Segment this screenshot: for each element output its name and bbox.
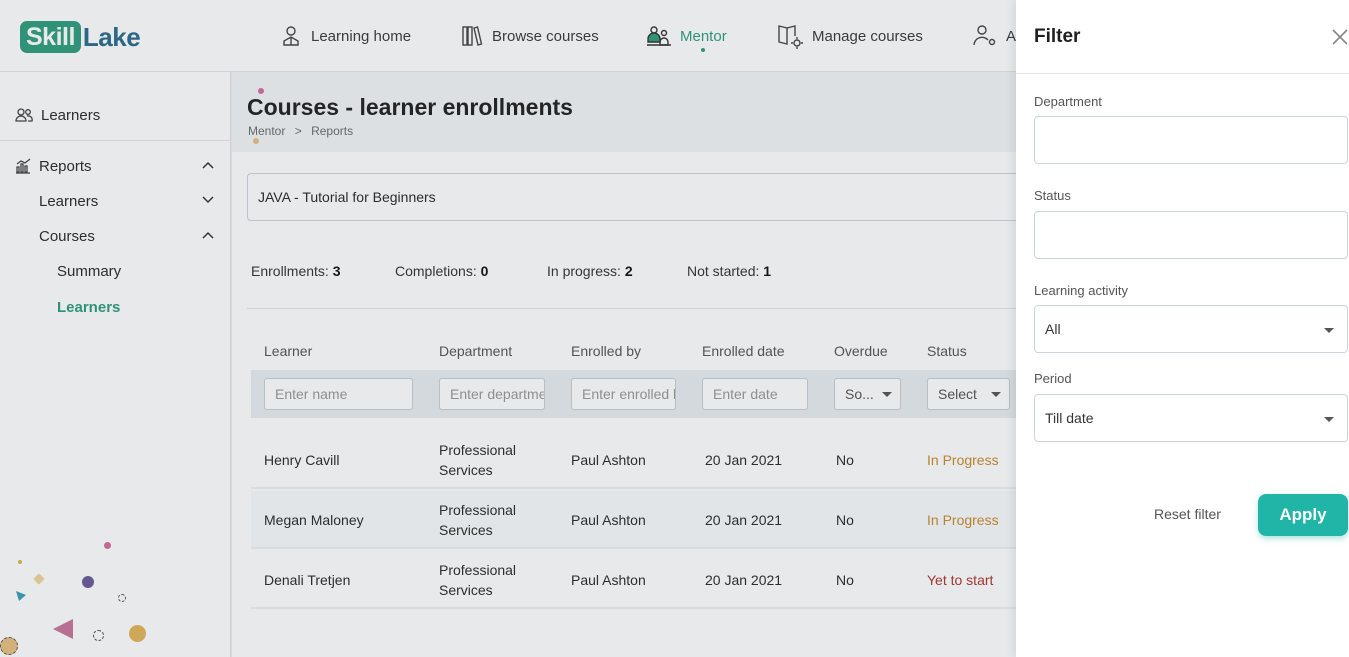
- status-field[interactable]: [1034, 211, 1348, 259]
- learning-activity-value: All: [1045, 321, 1061, 337]
- filter-panel-title: Filter: [1034, 26, 1081, 47]
- filter-panel: Filter Department Status Learning activi…: [1016, 0, 1349, 657]
- modal-backdrop[interactable]: [0, 0, 1016, 657]
- period-value: Till date: [1045, 410, 1094, 426]
- close-icon[interactable]: [1331, 28, 1349, 46]
- department-label: Department: [1034, 94, 1102, 109]
- learning-activity-select[interactable]: All: [1034, 305, 1348, 353]
- reset-filter-button[interactable]: Reset filter: [1154, 506, 1221, 522]
- caret-down-icon: [1324, 328, 1334, 333]
- caret-down-icon: [1324, 417, 1334, 422]
- department-field[interactable]: [1034, 116, 1348, 164]
- period-select[interactable]: Till date: [1034, 394, 1348, 442]
- status-label: Status: [1034, 188, 1071, 203]
- period-label: Period: [1034, 371, 1072, 386]
- filter-panel-divider: [1016, 73, 1349, 74]
- apply-button[interactable]: Apply: [1258, 494, 1348, 536]
- learning-activity-label: Learning activity: [1034, 283, 1128, 298]
